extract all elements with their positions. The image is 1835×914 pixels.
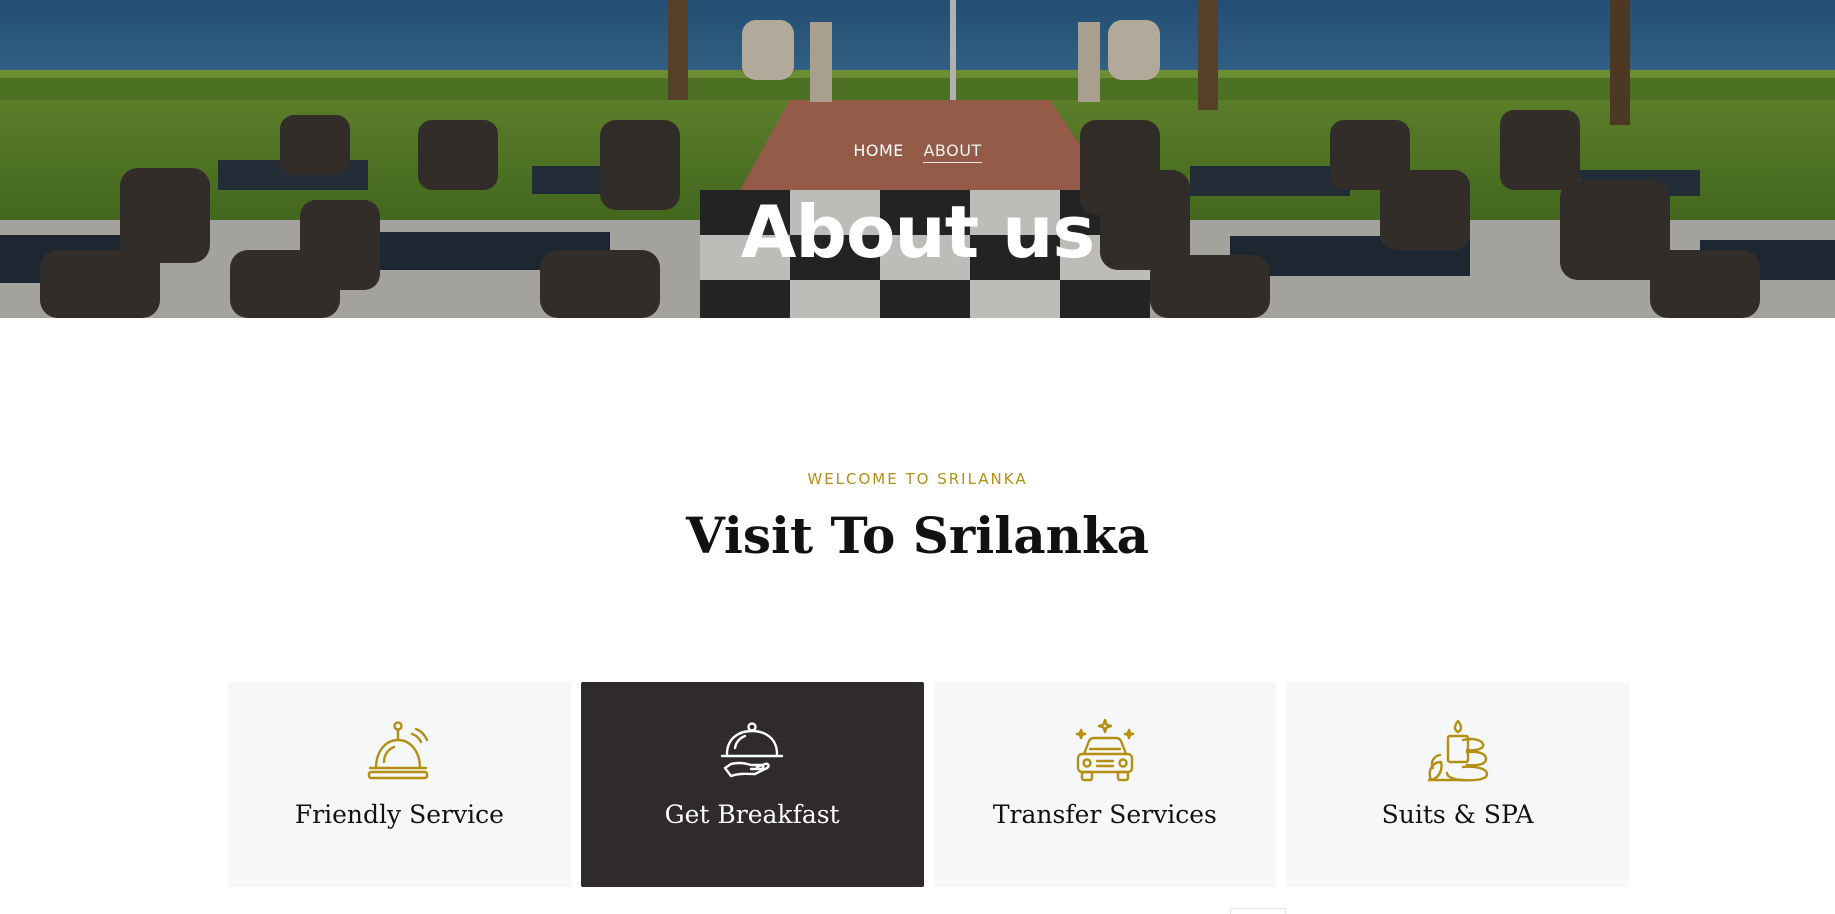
breadcrumb-current: ABOUT: [923, 141, 982, 163]
services-list: Friendly Service Get Breakfast Transfer …: [228, 682, 1629, 887]
car-icon: [1075, 718, 1135, 782]
section-title: Visit To Srilanka: [685, 506, 1149, 565]
service-card-label: Suits & SPA: [1381, 800, 1534, 829]
service-card-label: Get Breakfast: [664, 800, 840, 829]
section-eyebrow: WELCOME TO SRILANKA: [807, 470, 1028, 488]
next-section-edge: [1230, 908, 1286, 914]
service-bell-icon: [368, 721, 429, 780]
service-card-transfer-services[interactable]: Transfer Services: [933, 682, 1277, 887]
breadcrumb-home-link[interactable]: HOME: [853, 141, 904, 160]
service-card-label: Friendly Service: [294, 800, 504, 829]
service-card-suits-spa[interactable]: Suits & SPA: [1286, 682, 1629, 887]
serving-cloche-icon: [720, 722, 784, 778]
breadcrumb: HOME ABOUT: [0, 141, 1835, 163]
service-card-get-breakfast[interactable]: Get Breakfast: [580, 682, 924, 887]
spa-candle-stones-icon: [1427, 719, 1488, 782]
service-card-label: Transfer Services: [992, 800, 1217, 829]
page-hero: HOME ABOUT About us: [0, 0, 1835, 318]
service-card-friendly-service[interactable]: Friendly Service: [228, 682, 571, 887]
page-title: About us: [740, 190, 1096, 274]
